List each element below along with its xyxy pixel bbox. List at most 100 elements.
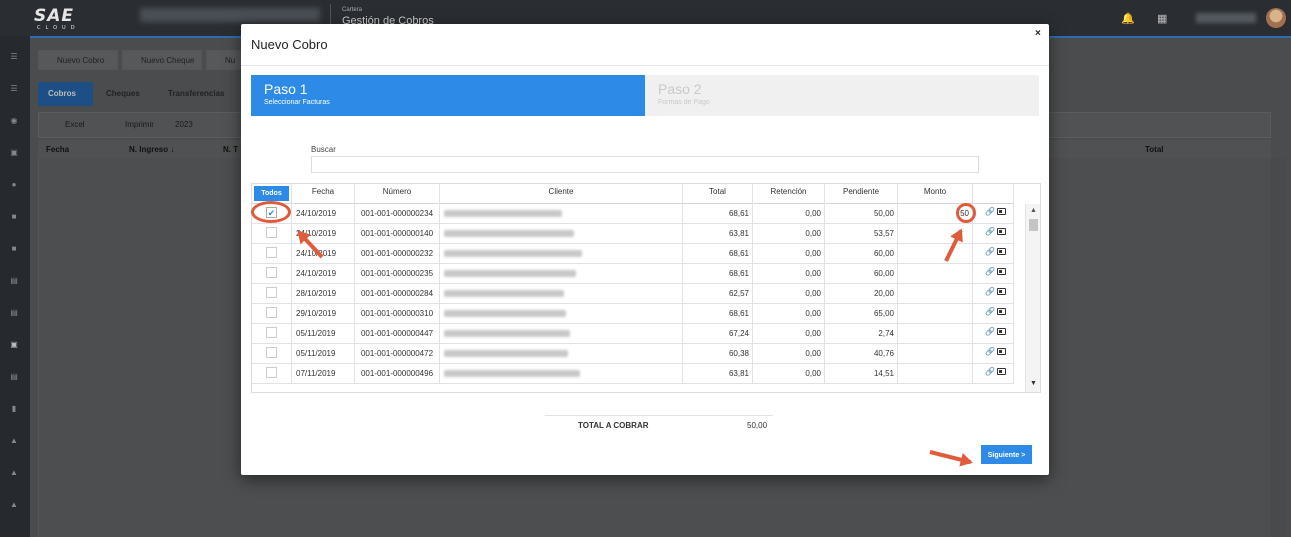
stack-icon[interactable]: ▤: [8, 308, 20, 317]
tab-cobros[interactable]: Cobros: [38, 82, 93, 106]
link-icon[interactable]: 🔗: [985, 207, 995, 216]
table-row[interactable]: 05/11/2019 001-001-000000447 67,24 0,00 2,74…: [252, 324, 1014, 344]
scroll-up-icon[interactable]: ▲: [1030, 207, 1037, 214]
scroll-down-icon[interactable]: ▼: [1030, 380, 1037, 387]
menu-icon[interactable]: ☰: [8, 52, 20, 61]
app-logo[interactable]: SAE CLOUD: [34, 6, 80, 32]
id-card-icon[interactable]: [997, 208, 1006, 215]
close-icon[interactable]: ×: [1035, 28, 1041, 39]
table-row[interactable]: 24/10/2019001-001-000000232 68,610,0060,0…: [252, 244, 1014, 264]
year-field[interactable]: 2023: [175, 120, 193, 129]
column-fecha[interactable]: Fecha: [46, 145, 69, 154]
scroll-thumb[interactable]: [1029, 219, 1038, 231]
graduation3-icon[interactable]: ▲: [8, 500, 20, 509]
header-retencion[interactable]: Retención: [753, 184, 825, 204]
table-row[interactable]: 24/10/2019 001-001-000000140 63,81 0,00 53,5…: [252, 224, 1014, 244]
new-transfer-button[interactable]: Nu: [206, 50, 246, 70]
header-monto[interactable]: Monto: [898, 184, 973, 204]
row-checkbox[interactable]: [266, 267, 277, 278]
link-icon[interactable]: 🔗: [985, 227, 995, 236]
cell-monto-input[interactable]: [898, 264, 973, 284]
grid-icon[interactable]: ▦: [1157, 12, 1167, 25]
page-scrollbar[interactable]: [1271, 158, 1285, 537]
link-icon[interactable]: 🔗: [985, 367, 995, 376]
id-card-icon[interactable]: [997, 268, 1006, 275]
table-row[interactable]: 24/10/2019 001-001-000000235 68,61 0,00 60,0…: [252, 264, 1014, 284]
link-icon[interactable]: 🔗: [985, 287, 995, 296]
column-n-ingreso[interactable]: N. Ingreso ↓: [129, 145, 174, 154]
row-checkbox[interactable]: [266, 227, 277, 238]
step-1-subtitle: Seleccionar Facturas: [264, 99, 330, 106]
shield-icon[interactable]: ◉: [8, 116, 20, 125]
graduation2-icon[interactable]: ▲: [8, 468, 20, 477]
graduation-icon[interactable]: ▲: [8, 436, 20, 445]
row-checkbox[interactable]: [266, 327, 277, 338]
print-button[interactable]: Imprimir: [125, 120, 154, 129]
row-checkbox[interactable]: [266, 347, 277, 358]
box-icon[interactable]: ▤: [8, 276, 20, 285]
cell-fecha: 29/10/2019: [292, 304, 355, 324]
new-check-button[interactable]: Nuevo Cheque: [122, 50, 202, 70]
id-card-icon[interactable]: [997, 288, 1006, 295]
row-checkbox[interactable]: [266, 287, 277, 298]
id-card-icon[interactable]: [997, 368, 1006, 375]
column-total[interactable]: Total: [1145, 145, 1164, 154]
table-row[interactable]: ✔ 24/10/2019 001-001-000000234 68,61 0,00 50,…: [252, 204, 1014, 224]
link-icon[interactable]: 🔗: [985, 267, 995, 276]
header-fecha[interactable]: Fecha: [292, 184, 355, 204]
header-numero[interactable]: Número: [355, 184, 440, 204]
id-card-icon[interactable]: [997, 308, 1006, 315]
table-row[interactable]: 28/10/2019 001-001-000000284 62,57 0,00 20,0…: [252, 284, 1014, 304]
id-card-icon[interactable]: [997, 248, 1006, 255]
table-row[interactable]: 07/11/2019 001-001-000000496 63,81 0,00 14,5…: [252, 364, 1014, 384]
card-icon[interactable]: ▤: [8, 372, 20, 381]
folder2-icon[interactable]: ■: [8, 244, 20, 253]
column-n-t[interactable]: N. T: [223, 145, 238, 154]
select-all-button[interactable]: Todos: [254, 186, 289, 201]
briefcase-icon[interactable]: ▣: [8, 340, 20, 349]
cell-monto-input[interactable]: [898, 284, 973, 304]
id-card-icon[interactable]: [997, 228, 1006, 235]
table-row[interactable]: 05/11/2019 001-001-000000472 60,38 0,00 40,7…: [252, 344, 1014, 364]
id-card-icon[interactable]: [997, 348, 1006, 355]
header-cliente[interactable]: Cliente: [440, 184, 683, 204]
cell-monto-input[interactable]: [898, 324, 973, 344]
table-header-row: Todos Fecha Número Cliente Total Retenci…: [252, 184, 1014, 204]
row-checkbox[interactable]: [266, 307, 277, 318]
client-name-redacted: [444, 210, 562, 218]
excel-button[interactable]: Excel: [65, 120, 85, 129]
row-checkbox[interactable]: [266, 367, 277, 378]
link-icon[interactable]: 🔗: [985, 307, 995, 316]
next-button[interactable]: Siguiente >: [981, 445, 1032, 464]
step-1[interactable]: Paso 1 Seleccionar Facturas: [251, 75, 645, 116]
header-total[interactable]: Total: [683, 184, 753, 204]
cell-monto-input[interactable]: [898, 344, 973, 364]
header-pendiente[interactable]: Pendiente: [825, 184, 898, 204]
search-input[interactable]: [311, 156, 979, 173]
doc-icon[interactable]: ▮: [8, 404, 20, 413]
avatar[interactable]: [1266, 8, 1286, 28]
link-icon[interactable]: 🔗: [985, 347, 995, 356]
cell-monto-input[interactable]: [898, 244, 973, 264]
row-checkbox[interactable]: [266, 247, 277, 258]
cell-monto-input[interactable]: [898, 304, 973, 324]
cell-monto-input[interactable]: [898, 364, 973, 384]
user-name-redacted[interactable]: [1196, 13, 1256, 23]
row-select-cell: [252, 244, 292, 264]
new-payment-button[interactable]: Nuevo Cobro: [38, 50, 118, 70]
step-2[interactable]: Paso 2 Formas de Pago: [645, 75, 1039, 116]
tab-cheques[interactable]: Cheques: [96, 82, 150, 106]
cell-cliente: [440, 204, 683, 224]
link-icon[interactable]: 🔗: [985, 327, 995, 336]
table-scrollbar[interactable]: ▲ ▼: [1025, 204, 1040, 392]
bell-icon[interactable]: 🔔: [1121, 12, 1135, 25]
cart-icon[interactable]: ▣: [8, 148, 20, 157]
table-row[interactable]: 29/10/2019 001-001-000000310 68,61 0,00 65,0…: [252, 304, 1014, 324]
folder-icon[interactable]: ■: [8, 212, 20, 221]
tab-transferencias[interactable]: Transferencias: [158, 82, 234, 106]
user-icon[interactable]: ●: [8, 180, 20, 189]
link-icon[interactable]: 🔗: [985, 247, 995, 256]
divider: [241, 65, 1049, 66]
id-card-icon[interactable]: [997, 328, 1006, 335]
list-icon[interactable]: ☰: [8, 84, 20, 93]
